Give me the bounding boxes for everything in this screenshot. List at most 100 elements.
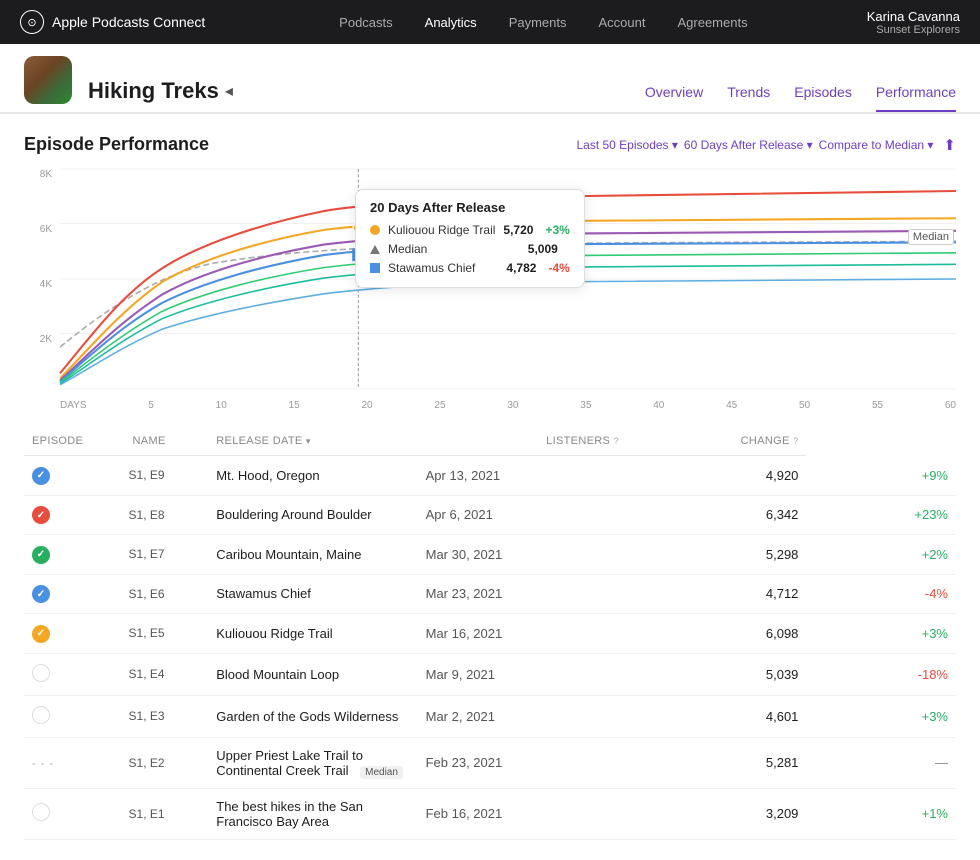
episode-name: Upper Priest Lake Trail to Continental C…: [216, 748, 363, 778]
cell-change: —: [806, 737, 956, 788]
row-check-icon: ✓: [32, 625, 50, 643]
median-label: Median: [908, 229, 954, 245]
cell-episode-code: S1, E8: [125, 495, 209, 535]
tooltip-dot-orange: [370, 225, 380, 235]
cell-episode-code: S1, E5: [125, 614, 209, 654]
cell-listeners: 4,712: [627, 574, 806, 614]
cell-episode-icon: ✓: [24, 456, 125, 496]
tooltip-name-1: Kuliouou Ridge Trail: [388, 223, 495, 237]
cell-listeners: 6,098: [627, 614, 806, 654]
row-empty-icon: [32, 706, 50, 724]
table-row: ✓ S1, E6 Stawamus Chief Mar 23, 2021 4,7…: [24, 574, 956, 614]
cell-episode-name: Kuliouou Ridge Trail: [208, 614, 417, 654]
nav-payments[interactable]: Payments: [509, 15, 567, 30]
tooltip-row-3: Stawamus Chief 4,782 -4%: [370, 261, 570, 275]
podcast-info: Hiking Treks ◂: [88, 78, 233, 112]
compare-filter-btn[interactable]: Compare to Median ▾: [819, 138, 934, 152]
download-btn[interactable]: ⬆: [943, 136, 956, 154]
nav-podcasts[interactable]: Podcasts: [339, 15, 392, 30]
row-empty-icon: [32, 664, 50, 682]
podcast-title-row[interactable]: Hiking Treks ◂: [88, 78, 233, 104]
cell-listeners: 5,298: [627, 535, 806, 575]
episodes-table: EPISODE NAME RELEASE DATE ▾ LISTENERS ? …: [24, 427, 956, 840]
col-listeners: LISTENERS ?: [418, 427, 627, 456]
chart-y-axis: 8K 6K 4K 2K: [24, 169, 56, 389]
cell-episode-icon: - - -: [24, 737, 125, 788]
cell-episode-code: S1, E6: [125, 574, 209, 614]
nav-analytics[interactable]: Analytics: [425, 15, 477, 30]
tooltip-name-3: Stawamus Chief: [388, 261, 498, 275]
cell-release-date: Apr 13, 2021: [418, 456, 627, 496]
cell-change: +3%: [806, 695, 956, 737]
cell-listeners: 5,281: [627, 737, 806, 788]
episode-name: Garden of the Gods Wilderness: [216, 709, 398, 724]
tooltip-change-3: -4%: [548, 261, 569, 275]
podcast-title: Hiking Treks: [88, 78, 219, 104]
cell-episode-icon: ✓: [24, 614, 125, 654]
row-dash-icon: - - -: [32, 758, 54, 770]
tooltip-val-2: 5,009: [528, 242, 558, 256]
cell-episode-code: S1, E9: [125, 456, 209, 496]
row-empty-icon: [32, 803, 50, 821]
podcast-tabs: Overview Trends Episodes Performance: [645, 84, 956, 112]
cell-episode-name: The best hikes in the San Francisco Bay …: [208, 788, 417, 839]
cell-change: +2%: [806, 535, 956, 575]
table-header-row: EPISODE NAME RELEASE DATE ▾ LISTENERS ? …: [24, 427, 956, 456]
row-check-icon: ✓: [32, 585, 50, 603]
episodes-filter-btn[interactable]: Last 50 Episodes ▾: [576, 138, 677, 152]
col-release-date[interactable]: RELEASE DATE ▾: [208, 427, 417, 456]
podcast-art: [24, 56, 72, 104]
app-title: Apple Podcasts Connect: [52, 14, 205, 30]
cell-episode-icon: [24, 695, 125, 737]
episode-name: Kuliouou Ridge Trail: [216, 626, 332, 641]
filter-bar: Last 50 Episodes ▾ 60 Days After Release…: [576, 136, 956, 154]
tab-trends[interactable]: Trends: [727, 84, 770, 112]
cell-listeners: 6,342: [627, 495, 806, 535]
user-name: Karina Cavanna: [867, 9, 960, 24]
tab-overview[interactable]: Overview: [645, 84, 703, 112]
cell-episode-name: Garden of the Gods Wilderness: [208, 695, 417, 737]
tooltip-tri-median: [370, 245, 380, 254]
nav-agreements[interactable]: Agreements: [677, 15, 747, 30]
col-change: CHANGE ?: [627, 427, 806, 456]
cell-listeners: 4,601: [627, 695, 806, 737]
user-info: Karina Cavanna Sunset Explorers: [867, 9, 960, 36]
chart-container: 8K 6K 4K 2K: [24, 169, 956, 419]
tooltip-row-2: Median 5,009: [370, 242, 570, 256]
cell-release-date: Mar 23, 2021: [418, 574, 627, 614]
page-content: Episode Performance Last 50 Episodes ▾ 6…: [0, 114, 980, 860]
chart-x-axis: DAYS 5 10 15 20 25 30 35 40 45 50 55 60: [60, 391, 956, 419]
cell-release-date: Feb 16, 2021: [418, 788, 627, 839]
cell-episode-name: Upper Priest Lake Trail to Continental C…: [208, 737, 417, 788]
cell-episode-code: S1, E2: [125, 737, 209, 788]
table-row: S1, E3 Garden of the Gods Wilderness Mar…: [24, 695, 956, 737]
tab-episodes[interactable]: Episodes: [794, 84, 852, 112]
row-check-icon: ✓: [32, 506, 50, 524]
row-check-icon: ✓: [32, 467, 50, 485]
chart-tooltip: 20 Days After Release Kuliouou Ridge Tra…: [355, 189, 585, 288]
median-badge: Median: [360, 766, 403, 779]
table-row: ✓ S1, E9 Mt. Hood, Oregon Apr 13, 2021 4…: [24, 456, 956, 496]
episode-name: Stawamus Chief: [216, 586, 311, 601]
cell-release-date: Apr 6, 2021: [418, 495, 627, 535]
episode-name: Mt. Hood, Oregon: [216, 468, 319, 483]
nav-account[interactable]: Account: [599, 15, 646, 30]
tab-performance[interactable]: Performance: [876, 84, 956, 112]
cell-episode-code: S1, E3: [125, 695, 209, 737]
cell-episode-code: S1, E7: [125, 535, 209, 575]
cell-episode-code: S1, E1: [125, 788, 209, 839]
episode-name: Blood Mountain Loop: [216, 667, 339, 682]
table-row: - - - S1, E2 Upper Priest Lake Trail to …: [24, 737, 956, 788]
cell-episode-icon: ✓: [24, 535, 125, 575]
chart-svg-container: 20 Days After Release Kuliouou Ridge Tra…: [60, 169, 956, 389]
days-filter-btn[interactable]: 60 Days After Release ▾: [684, 138, 813, 152]
tooltip-val-1: 5,720: [503, 223, 533, 237]
row-check-icon: ✓: [32, 546, 50, 564]
podcast-dropdown-icon: ◂: [225, 81, 233, 101]
tooltip-val-3: 4,782: [506, 261, 536, 275]
cell-change: +9%: [806, 456, 956, 496]
cell-listeners: 4,920: [627, 456, 806, 496]
user-menu[interactable]: Karina Cavanna Sunset Explorers: [867, 9, 960, 36]
section-header: Episode Performance Last 50 Episodes ▾ 6…: [24, 134, 956, 155]
top-nav: ⊙ Apple Podcasts Connect Podcasts Analyt…: [0, 0, 980, 44]
